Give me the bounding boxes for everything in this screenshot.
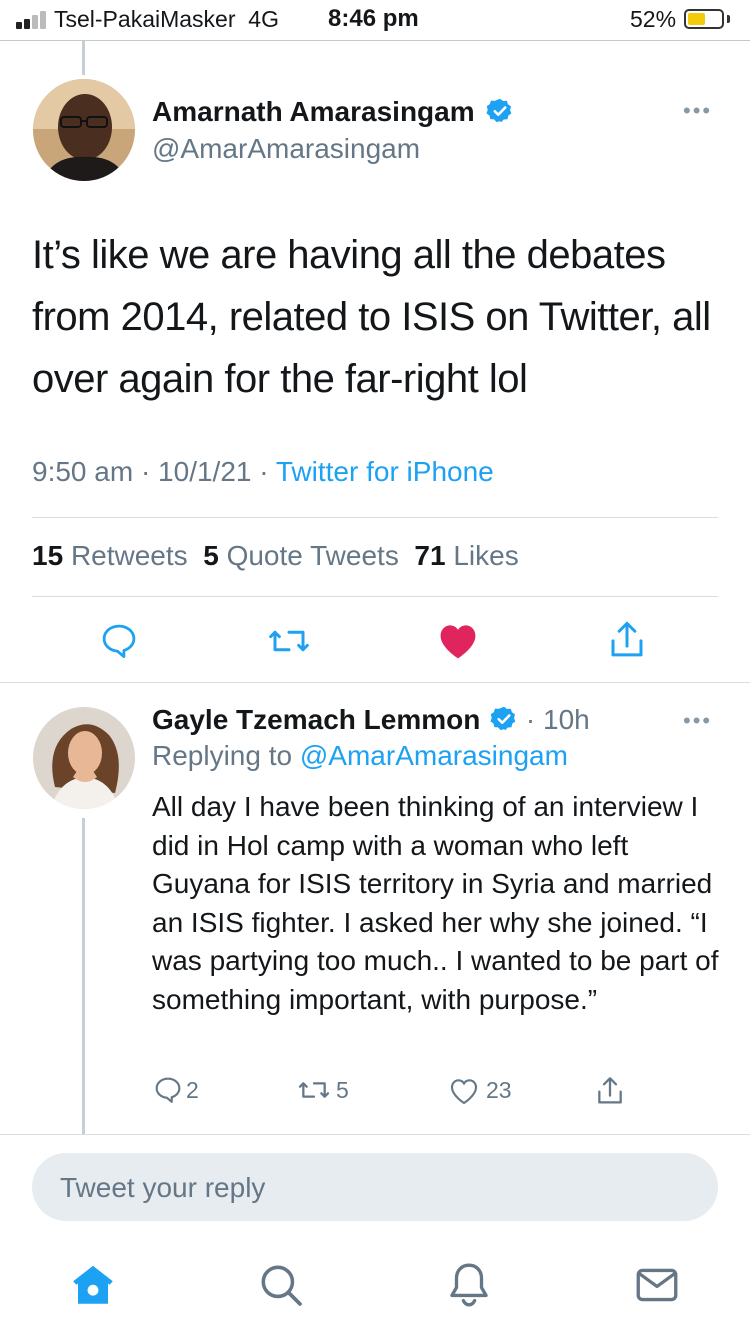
home-icon[interactable] [68,1260,118,1310]
reply-reply-action[interactable]: 2 [152,1074,222,1108]
section-divider [0,682,750,683]
reply-icon [155,1077,181,1103]
divider [32,596,718,597]
author-name[interactable]: Amarnath Amarasingam [152,96,514,128]
tweet-stats: 15 Retweets 5 Quote Tweets 71 Likes [32,540,519,572]
replying-to-mention[interactable]: @AmarAmarasingam [300,740,568,771]
like-count: 23 [486,1077,512,1103]
status-bar: Tsel-PakaiMasker 4G 8:46 pm 52% [0,0,750,40]
status-divider [0,40,750,41]
like-icon[interactable] [436,619,480,661]
search-icon[interactable] [256,1260,306,1310]
battery-tip [727,15,730,23]
tweet-time: 9:50 am · 10/1/21 · [32,456,276,487]
verified-badge-icon [486,98,512,123]
reply-share-icon[interactable] [594,1074,626,1108]
carrier-label: Tsel-PakaiMasker 4G [54,6,279,32]
battery-percentage: 52% [630,6,677,32]
reply-input[interactable] [58,1153,702,1223]
retweets-label: Retweets [70,540,188,571]
replying-to-line: Replying to @AmarAmarasingam [152,740,568,772]
retweets-stat[interactable]: 15 Retweets [32,540,188,571]
more-options-icon[interactable]: ••• [683,98,712,124]
messages-icon[interactable] [632,1260,682,1310]
reply-author-name-text: Gayle Tzemach Lemmon [152,704,481,735]
reply-retweet-action[interactable]: 5 [298,1074,370,1108]
verified-badge-icon [490,706,516,731]
replying-to-label: Replying to [152,740,300,771]
likes-stat[interactable]: 71 Likes [414,540,518,571]
tweet-text: It’s like we are having all the debates … [32,233,711,401]
reply-like-action[interactable]: 23 [448,1074,528,1108]
quote-tweets-label: Quote Tweets [226,540,399,571]
reply-time: · 10h [525,704,590,735]
status-time: 8:46 pm [328,5,419,32]
reply-icon[interactable] [98,620,140,662]
reply-author-avatar[interactable] [33,707,135,809]
share-icon[interactable] [606,618,648,662]
likes-label: Likes [453,540,519,571]
thread-connector-bottom [82,818,85,1134]
signal-strength-icon [16,11,50,29]
thread-connector-top [82,41,85,75]
quote-tweets-count: 5 [203,540,219,571]
author-avatar[interactable] [33,79,135,181]
retweet-icon[interactable] [266,620,312,662]
quote-tweets-stat[interactable]: 5 Quote Tweets [203,540,399,571]
notifications-icon[interactable] [444,1260,494,1310]
likes-count: 71 [414,540,446,571]
reply-composer[interactable] [32,1153,718,1223]
author-name-text: Amarnath Amarasingam [152,96,475,127]
reply-text: All day I have been thinking of an inter… [152,791,719,1015]
divider [32,517,718,518]
retweets-count: 15 [32,540,64,571]
tweet-meta: 9:50 am · 10/1/21 · Twitter for iPhone [32,456,494,488]
reply-author-name[interactable]: Gayle Tzemach Lemmon · 10h [152,704,590,736]
reply-more-options-icon[interactable]: ••• [683,708,712,734]
retweet-icon [298,1082,330,1098]
battery-icon [684,9,724,29]
tweet-source-link[interactable]: Twitter for iPhone [276,456,494,487]
reply-count: 2 [186,1077,199,1103]
composer-divider [0,1134,750,1135]
like-icon [450,1079,478,1105]
retweet-count: 5 [336,1077,349,1103]
author-handle[interactable]: @AmarAmarasingam [152,133,420,165]
